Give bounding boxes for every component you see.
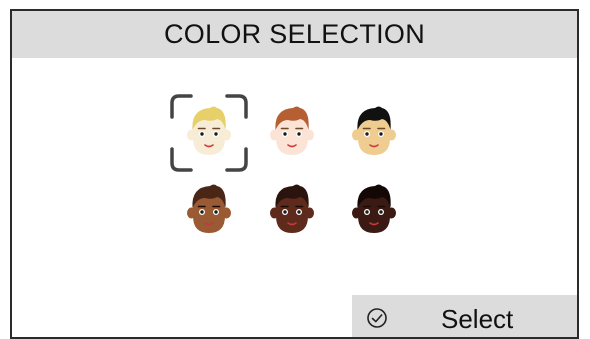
select-button[interactable]: Select xyxy=(352,295,577,337)
avatar-face-icon xyxy=(352,106,396,155)
page-title: COLOR SELECTION xyxy=(163,19,426,49)
avatar-face-icon xyxy=(270,184,314,233)
skin-tone-option-3[interactable] xyxy=(344,103,404,163)
skin-tone-option-4[interactable] xyxy=(179,181,239,241)
avatar-face-icon xyxy=(187,184,231,233)
skin-tone-option-5[interactable] xyxy=(262,181,322,241)
avatar-face-icon xyxy=(352,184,396,233)
avatar-face-icon xyxy=(270,106,314,155)
color-selection-screen: COLOR SELECTION Select xyxy=(10,9,579,339)
avatar-face-icon xyxy=(187,106,231,155)
select-button-label: Select xyxy=(441,304,514,334)
skin-tone-option-2[interactable] xyxy=(262,103,322,163)
title-bar: COLOR SELECTION xyxy=(12,11,577,58)
skin-tone-option-1[interactable] xyxy=(179,103,239,163)
skin-tone-option-6[interactable] xyxy=(344,181,404,241)
check-circle-icon xyxy=(366,307,388,329)
